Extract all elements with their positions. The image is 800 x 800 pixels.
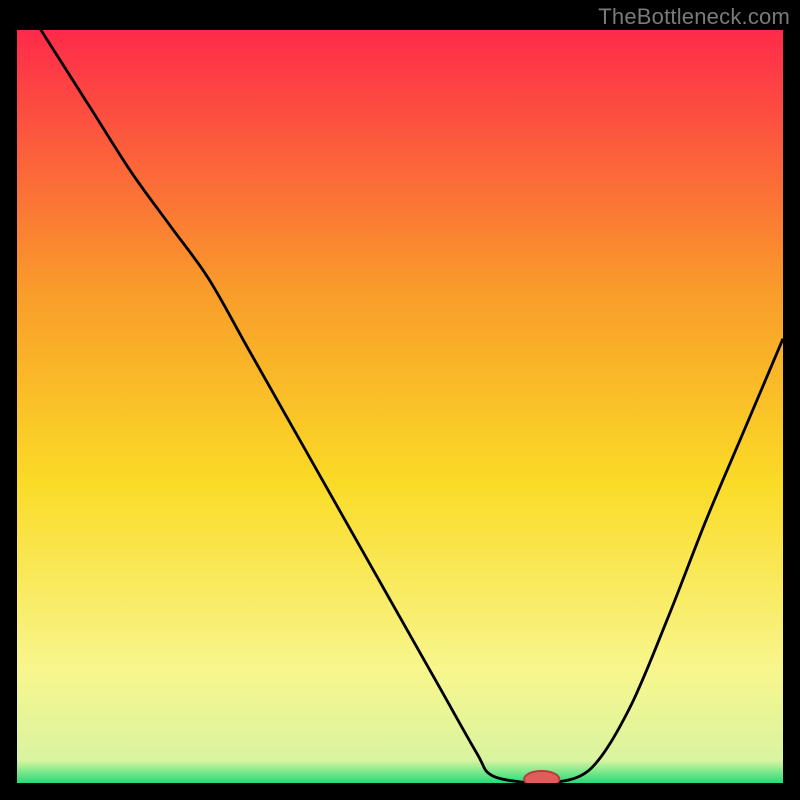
chart-container: TheBottleneck.com [0,0,800,800]
optimal-point-marker [524,771,559,783]
chart-svg [17,30,783,783]
plot-area [17,30,783,783]
watermark-text: TheBottleneck.com [598,4,790,30]
gradient-background [17,30,783,783]
